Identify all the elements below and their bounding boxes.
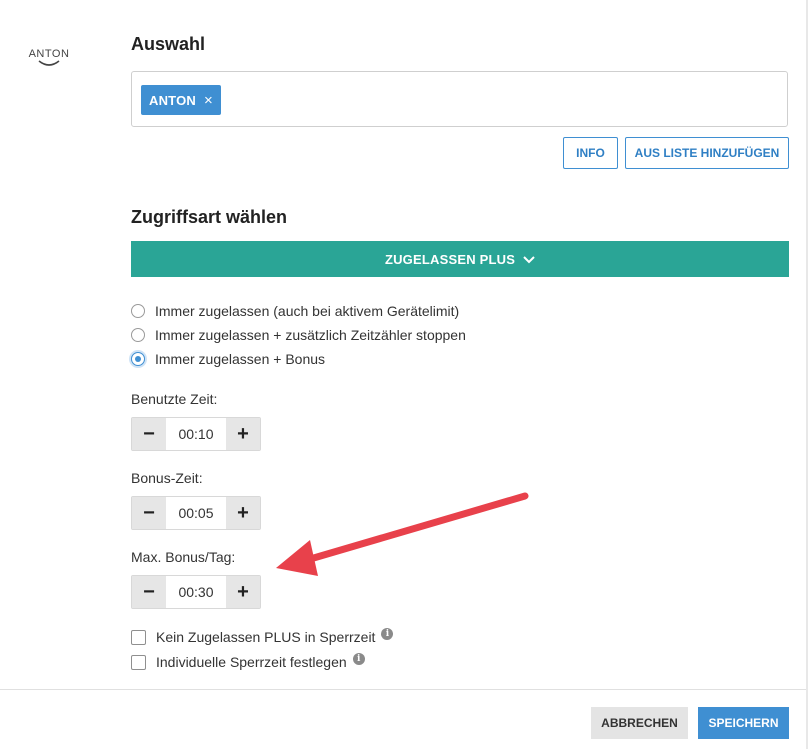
checkbox-individual-lock-time[interactable]: Individuelle Sperrzeit festlegen i	[131, 653, 365, 670]
dropdown-label: ZUGELASSEN PLUS	[384, 251, 516, 267]
max-bonus-stepper: − 00:30 +	[131, 575, 261, 609]
radio-button[interactable]	[131, 304, 145, 318]
radio-label: Immer zugelassen + Bonus	[155, 351, 326, 367]
radio-button[interactable]	[131, 328, 145, 342]
used-time-label: Benutzte Zeit:	[131, 391, 218, 407]
increment-button[interactable]: +	[226, 418, 260, 450]
radio-button-selected[interactable]	[131, 352, 145, 366]
chip-label: ANTON	[149, 92, 196, 108]
access-type-dropdown[interactable]: ZUGELASSEN PLUS	[131, 241, 789, 277]
annotation-arrow-icon	[276, 492, 529, 576]
anton-logo: ANTON	[26, 48, 72, 78]
selection-heading: Auswahl	[131, 34, 206, 54]
logo-text: ANTON	[28, 48, 70, 60]
right-border	[806, 0, 808, 749]
radio-option-always[interactable]: Immer zugelassen (auch bei aktivem Gerät…	[131, 303, 459, 319]
checkbox-no-plus-in-lock-time[interactable]: Kein Zugelassen PLUS in Sperrzeit i	[131, 628, 394, 645]
info-icon[interactable]: i	[381, 628, 394, 640]
decrement-button[interactable]: −	[132, 497, 166, 529]
footer-divider	[0, 689, 806, 690]
chevron-down-icon	[523, 252, 535, 267]
increment-button[interactable]: +	[226, 497, 260, 529]
radio-option-bonus[interactable]: Immer zugelassen + Bonus	[131, 351, 325, 367]
checkbox-label: Kein Zugelassen PLUS in Sperrzeit	[156, 629, 376, 645]
checkbox[interactable]	[131, 629, 146, 645]
bonus-time-value[interactable]: 00:05	[166, 497, 226, 529]
used-time-stepper: − 00:10 +	[131, 417, 261, 451]
smile-icon	[38, 60, 60, 66]
max-bonus-value[interactable]: 00:30	[166, 576, 226, 608]
add-from-list-button[interactable]: AUS LISTE HINZUFÜGEN	[625, 137, 789, 169]
cancel-button[interactable]: ABBRECHEN	[591, 707, 688, 739]
save-button[interactable]: SPEICHERN	[698, 707, 789, 739]
bonus-time-label: Bonus-Zeit:	[131, 470, 203, 486]
radio-label: Immer zugelassen + zusätzlich Zeitzähler…	[155, 327, 466, 343]
selected-chip: ANTON ×	[141, 85, 221, 115]
increment-button[interactable]: +	[226, 576, 260, 608]
selection-input[interactable]: ANTON ×	[131, 71, 788, 127]
used-time-value[interactable]: 00:10	[166, 418, 226, 450]
max-bonus-label: Max. Bonus/Tag:	[131, 549, 236, 565]
bonus-time-stepper: − 00:05 +	[131, 496, 261, 530]
radio-option-stop-counter[interactable]: Immer zugelassen + zusätzlich Zeitzähler…	[131, 327, 466, 343]
checkbox-label: Individuelle Sperrzeit festlegen	[156, 654, 347, 670]
checkbox[interactable]	[131, 654, 146, 670]
close-icon[interactable]: ×	[204, 92, 213, 109]
access-heading: Zugriffsart wählen	[131, 207, 288, 227]
decrement-button[interactable]: −	[132, 576, 166, 608]
radio-label: Immer zugelassen (auch bei aktivem Gerät…	[155, 303, 460, 319]
info-button[interactable]: INFO	[563, 137, 618, 169]
decrement-button[interactable]: −	[132, 418, 166, 450]
info-icon[interactable]: i	[352, 653, 365, 665]
